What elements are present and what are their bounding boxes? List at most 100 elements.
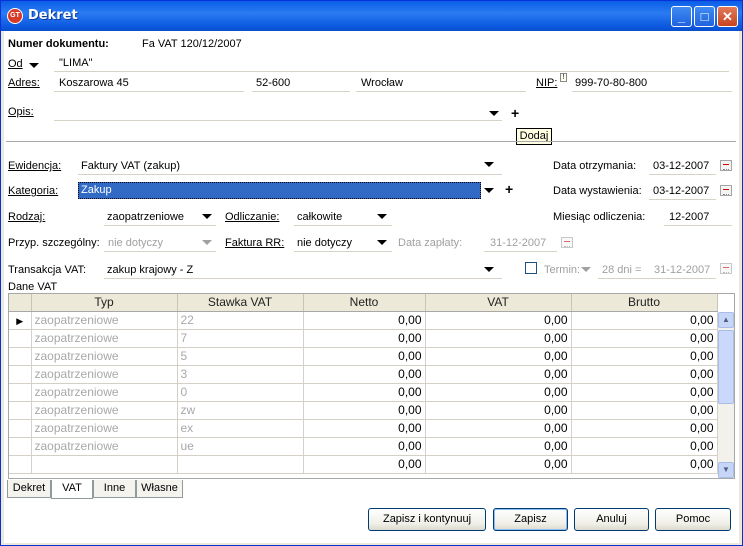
nip-value[interactable]: 999-70-80-800 [575,77,647,89]
cell-netto[interactable]: 0,00 [303,311,426,330]
row-indicator[interactable] [9,419,32,438]
tab-wlasne[interactable]: Własne [136,480,183,498]
column-header-stawka[interactable]: Stawka VAT [177,294,304,312]
data-wystawienia-field[interactable]: 03-12-2007 [653,185,709,197]
cell-netto[interactable]: 0,00 [303,419,426,438]
cell-typ[interactable]: zaopatrzeniowe [31,347,178,366]
cell-brutto[interactable]: 0,00 [571,329,718,348]
document-number-value[interactable]: Fa VAT 120/12/2007 [142,38,242,50]
cell-stawka[interactable]: ex [177,419,304,438]
add-description-icon[interactable]: + [511,106,519,120]
przyp-dropdown-icon[interactable] [202,240,212,245]
scroll-up-icon[interactable]: ▲ [718,312,734,328]
cell-typ[interactable]: zaopatrzeniowe [31,419,178,438]
faktura-rr-select[interactable]: nie dotyczy [297,237,352,249]
cell-stawka[interactable]: zw [177,401,304,420]
rodzaj-dropdown-icon[interactable] [202,214,212,219]
transakcja-select[interactable]: zakup krajowy - Z [107,264,193,276]
cell-stawka[interactable]: 22 [177,311,304,330]
tab-vat[interactable]: VAT [51,480,93,499]
termin-days[interactable]: 28 dni = [602,264,641,276]
kategoria-select[interactable]: Zakup [78,182,481,199]
row-indicator[interactable] [9,383,32,402]
transakcja-dropdown-icon[interactable] [484,267,494,272]
row-indicator[interactable] [9,437,32,456]
termin-calendar-icon[interactable] [720,263,732,274]
cell-brutto[interactable]: 0,00 [571,347,718,366]
chevron-down-icon[interactable] [29,63,39,68]
cell-brutto[interactable]: 0,00 [571,383,718,402]
minimize-button[interactable]: _ [671,6,692,27]
cell-stawka[interactable]: 3 [177,365,304,384]
cell-netto[interactable]: 0,00 [303,329,426,348]
cell-netto[interactable]: 0,00 [303,347,426,366]
cell-typ[interactable]: zaopatrzeniowe [31,383,178,402]
table-row[interactable]: ▶ zaopatrzeniowe 22 0,00 0,00 0,00 [9,311,718,330]
data-zaplaty-calendar-icon[interactable] [561,237,573,248]
cell-stawka[interactable]: 5 [177,347,304,366]
cell-typ[interactable]: zaopatrzeniowe [31,401,178,420]
save-button[interactable]: Zapisz [493,508,568,531]
row-indicator[interactable] [9,365,32,384]
table-row[interactable]: zaopatrzeniowe 0 0,00 0,00 0,00 [9,383,718,402]
data-wystawienia-calendar-icon[interactable] [720,185,732,196]
postcode-field[interactable]: 52-600 [256,77,290,89]
from-label[interactable]: Od [8,58,23,70]
cell-netto[interactable]: 0,00 [303,401,426,420]
cell-vat[interactable]: 0,00 [425,437,572,456]
cell-vat[interactable]: 0,00 [425,329,572,348]
table-row[interactable]: zaopatrzeniowe 7 0,00 0,00 0,00 [9,329,718,348]
row-indicator[interactable] [9,347,32,366]
column-header-typ[interactable]: Typ [31,294,178,312]
cell-vat[interactable]: 0,00 [425,347,572,366]
vertical-scrollbar[interactable]: ▲ ▼ [718,312,734,478]
ewidencja-dropdown-icon[interactable] [484,162,494,167]
cell-netto[interactable]: 0,00 [303,383,426,402]
table-row[interactable]: zaopatrzeniowe 5 0,00 0,00 0,00 [9,347,718,366]
przyp-select[interactable]: nie dotyczy [108,237,163,249]
cell-netto[interactable]: 0,00 [303,437,426,456]
termin-date[interactable]: 31-12-2007 [654,264,710,276]
rodzaj-select[interactable]: zaopatrzeniowe [107,211,184,223]
cell-brutto[interactable]: 0,00 [571,401,718,420]
cell-typ[interactable]: zaopatrzeniowe [31,437,178,456]
odliczanie-dropdown-icon[interactable] [377,214,387,219]
cell-stawka[interactable]: 7 [177,329,304,348]
help-button[interactable]: Pomoc [655,508,731,531]
current-row-indicator-icon[interactable]: ▶ [9,311,32,330]
cell-netto[interactable]: 0,00 [303,365,426,384]
add-kategoria-icon[interactable]: + [505,182,513,196]
cell-vat[interactable]: 0,00 [425,365,572,384]
row-indicator[interactable] [9,401,32,420]
street-field[interactable]: Koszarowa 45 [59,77,129,89]
column-header-netto[interactable]: Netto [303,294,426,312]
cell-stawka[interactable]: ue [177,437,304,456]
tab-dekret[interactable]: Dekret [7,480,51,498]
cell-brutto[interactable]: 0,00 [571,365,718,384]
cell-typ[interactable]: zaopatrzeniowe [31,311,178,330]
ewidencja-select[interactable]: Faktury VAT (zakup) [81,160,180,172]
cell-brutto[interactable]: 0,00 [571,437,718,456]
data-zaplaty-field[interactable]: 31-12-2007 [490,237,546,249]
odliczanie-select[interactable]: całkowite [297,211,342,223]
info-icon[interactable]: ! [560,73,567,82]
close-button[interactable]: ✕ [717,6,738,27]
table-row[interactable]: zaopatrzeniowe 3 0,00 0,00 0,00 [9,365,718,384]
table-row[interactable]: zaopatrzeniowe zw 0,00 0,00 0,00 [9,401,718,420]
termin-dropdown-icon[interactable] [581,267,591,272]
column-header-brutto[interactable]: Brutto [571,294,718,312]
from-value[interactable]: "LIMA" [59,57,92,69]
save-and-continue-button[interactable]: Zapisz i kontynuuj [368,508,486,531]
column-header-vat[interactable]: VAT [425,294,572,312]
table-row[interactable]: zaopatrzeniowe ue 0,00 0,00 0,00 [9,437,718,456]
title-bar[interactable]: GT Dekret _ □ ✕ [1,1,742,31]
termin-checkbox[interactable] [525,262,537,274]
row-indicator[interactable] [9,329,32,348]
cancel-button[interactable]: Anuluj [574,508,649,531]
data-otrzymania-calendar-icon[interactable] [720,160,732,171]
faktura-rr-dropdown-icon[interactable] [377,240,387,245]
maximize-button[interactable]: □ [694,6,715,27]
table-row[interactable]: zaopatrzeniowe ex 0,00 0,00 0,00 [9,419,718,438]
kategoria-dropdown-icon[interactable] [484,188,494,193]
tab-inne[interactable]: Inne [93,480,136,498]
